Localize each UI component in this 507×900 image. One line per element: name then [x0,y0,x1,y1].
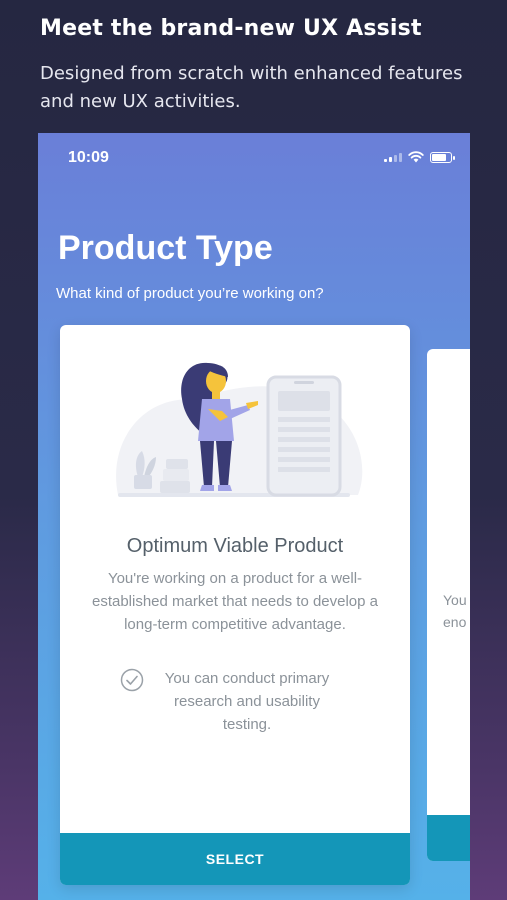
check-circle-icon [120,668,144,692]
peek-card-text: You eno [443,589,467,633]
promo-subtitle: Designed from scratch with enhanced feat… [40,63,463,112]
card-title: Optimum Viable Product [126,535,344,557]
card-benefit: You can conduct primary research and usa… [164,670,330,733]
next-card-peek[interactable]: You eno [427,349,470,861]
wifi-icon [408,151,424,163]
screen-title: Product Type [58,229,273,267]
status-time: 10:09 [68,149,109,166]
promo-title: Meet the brand-new UX Assist [40,16,422,41]
product-type-card[interactable]: Optimum Viable Product You're working on… [60,325,410,885]
screen-subtitle: What kind of product you’re working on? [56,285,324,302]
status-icons [384,151,455,163]
peek-select-button[interactable] [427,815,470,861]
battery-icon [430,151,455,163]
card-description: You're working on a product for a well-e… [91,570,379,633]
product-illustration [116,362,363,497]
peek-line-2: eno [443,614,467,630]
select-button[interactable]: SELECT [60,833,410,885]
peek-line-1: You [443,592,467,608]
phone-screen: 10:09 Product Type What kind of product … [38,133,470,900]
signal-icon [384,152,402,162]
